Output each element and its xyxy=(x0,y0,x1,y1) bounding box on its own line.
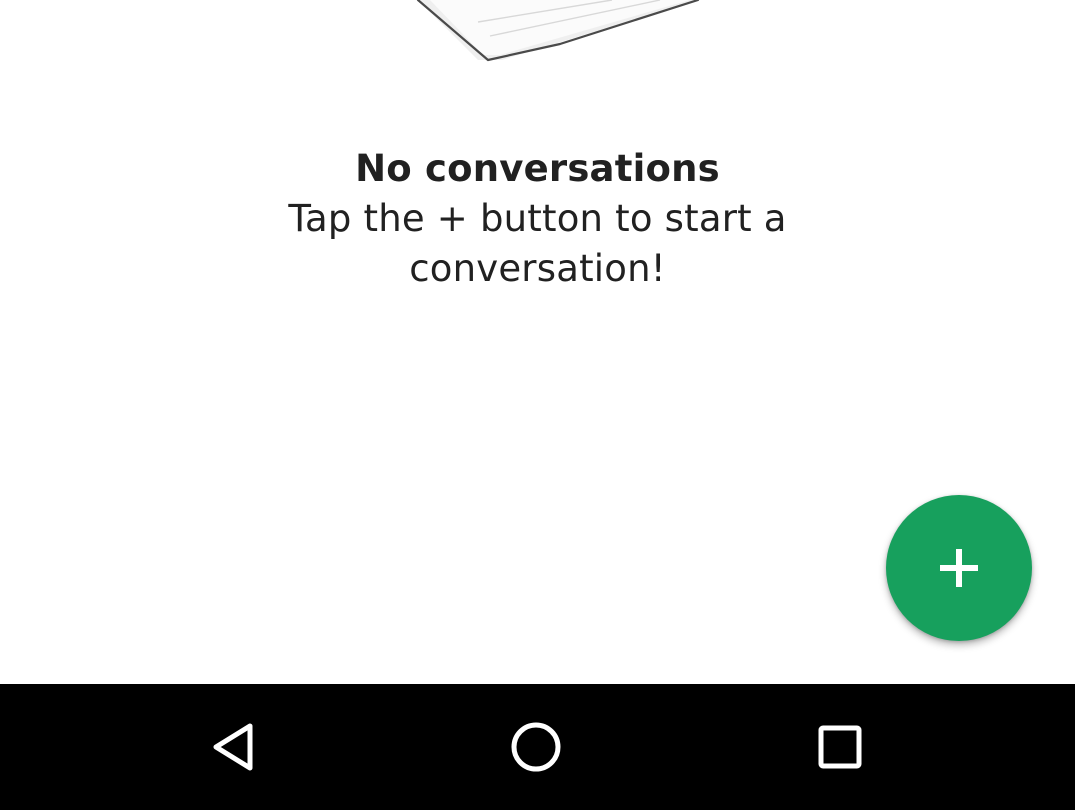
new-conversation-button[interactable] xyxy=(886,495,1032,641)
recents-icon xyxy=(818,725,862,769)
recents-button[interactable] xyxy=(779,684,899,810)
paper-illustration-icon xyxy=(416,0,700,62)
plus-icon xyxy=(940,549,978,587)
empty-state-title: No conversations xyxy=(355,147,720,190)
home-icon xyxy=(511,722,561,772)
back-button[interactable] xyxy=(174,684,294,810)
back-icon xyxy=(213,723,253,771)
conversation-list-screen: No conversations Tap the + button to sta… xyxy=(0,0,1075,684)
navigation-bar xyxy=(0,684,1075,810)
home-button[interactable] xyxy=(476,684,596,810)
empty-state-hint: Tap the + button to start a conversation… xyxy=(288,197,787,290)
empty-state: No conversations Tap the + button to sta… xyxy=(0,144,1075,294)
